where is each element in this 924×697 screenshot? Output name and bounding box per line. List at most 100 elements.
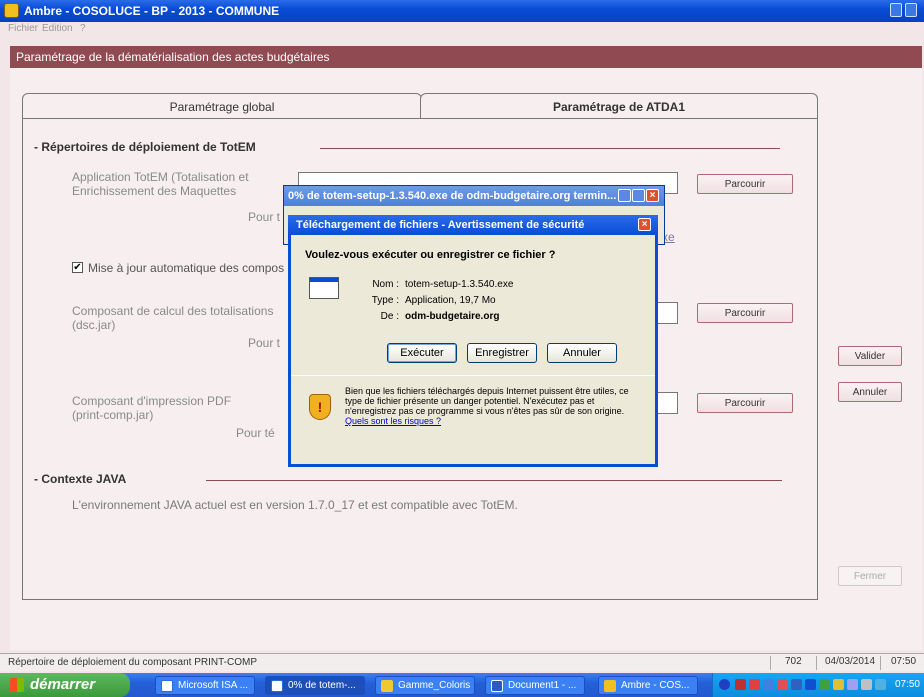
tray-icon[interactable] bbox=[791, 679, 802, 690]
security-warning-dialog: Téléchargement de fichiers - Avertisseme… bbox=[288, 215, 658, 467]
tab-atda1[interactable]: Paramétrage de ATDA1 bbox=[420, 93, 818, 119]
menu-bar: Fichier Edition ? bbox=[0, 22, 924, 36]
ie-icon bbox=[161, 680, 173, 692]
security-question: Voulez-vous exécuter ou enregistrer ce f… bbox=[305, 249, 556, 261]
task-gamme-coloris[interactable]: Gamme_Coloris bbox=[375, 676, 475, 695]
page-header: Paramétrage de la dématérialisation des … bbox=[10, 46, 922, 68]
app-totem-label-2: Enrichissement des Maquettes bbox=[72, 184, 237, 198]
window-title: Ambre - COSOLUCE - BP - 2013 - COMMUNE bbox=[24, 4, 280, 18]
section-java-title: - Contexte JAVA bbox=[34, 472, 127, 486]
task-label: Gamme_Coloris bbox=[398, 680, 471, 691]
word-icon bbox=[491, 680, 503, 692]
download-window-title-bar: 0% de totem-setup-1.3.540.exe de odm-bud… bbox=[284, 186, 664, 206]
tray-icon[interactable] bbox=[847, 679, 858, 690]
cancel-download-button[interactable]: Annuler bbox=[547, 343, 617, 363]
close-button[interactable]: Fermer bbox=[838, 566, 902, 586]
system-tray: 07:50 bbox=[712, 673, 924, 697]
ambre-icon bbox=[604, 680, 616, 692]
type-label: Type : bbox=[371, 295, 399, 306]
task-download[interactable]: 0% de totem-... bbox=[265, 676, 365, 695]
calc-component-label-1: Composant de calcul des totalisations bbox=[72, 304, 274, 318]
close-icon[interactable]: × bbox=[646, 189, 659, 202]
status-code: 702 bbox=[785, 656, 802, 667]
restore-button[interactable] bbox=[905, 3, 917, 17]
save-button[interactable]: Enregistrer bbox=[467, 343, 537, 363]
run-button[interactable]: Exécuter bbox=[387, 343, 457, 363]
cancel-button[interactable]: Annuler bbox=[838, 382, 902, 402]
pdf-component-label-1: Composant d'impression PDF bbox=[72, 394, 232, 408]
status-date-cell: 04/03/2014 bbox=[816, 656, 880, 670]
start-button[interactable]: démarrer bbox=[0, 673, 130, 697]
section-divider bbox=[206, 480, 782, 481]
from-label: De : bbox=[380, 311, 399, 322]
status-message: Répertoire de déploiement du composant P… bbox=[8, 657, 258, 668]
browse-app-button[interactable]: Parcourir bbox=[697, 174, 793, 194]
pdf-pour-text: Pour té bbox=[236, 426, 275, 440]
network-icon[interactable] bbox=[763, 679, 774, 690]
section-deploy-title: - Répertoires de déploiement de TotEM bbox=[34, 140, 256, 154]
tray-icon[interactable] bbox=[777, 679, 788, 690]
task-label: 0% de totem-... bbox=[288, 680, 356, 691]
calc-pour-text: Pour t bbox=[248, 336, 281, 350]
validate-button[interactable]: Valider bbox=[838, 346, 902, 366]
browse-pdf-button[interactable]: Parcourir bbox=[697, 393, 793, 413]
pdf-component-label-2: (print-comp.jar) bbox=[72, 408, 154, 422]
file-icon-bar bbox=[310, 278, 338, 282]
task-label: Ambre - COS... bbox=[621, 680, 690, 691]
tray-icon[interactable] bbox=[819, 679, 830, 690]
page-title: Paramétrage de la dématérialisation des … bbox=[16, 50, 330, 64]
back-icon[interactable] bbox=[719, 679, 730, 690]
menu-help[interactable]: ? bbox=[80, 23, 86, 34]
tray-icon[interactable] bbox=[749, 679, 760, 690]
status-time-cell: 07:50 bbox=[880, 656, 924, 670]
menu-fichier[interactable]: Fichier bbox=[8, 23, 38, 34]
from-value: odm-budgetaire.org bbox=[405, 311, 500, 322]
warning-line-2: type de fichier présente un danger poten… bbox=[345, 396, 595, 406]
type-value: Application, 19,7 Mo bbox=[405, 295, 496, 306]
minimize-icon[interactable] bbox=[618, 189, 631, 202]
app-totem-label-1: Application TotEM (Totalisation et bbox=[72, 170, 249, 184]
menu-edition[interactable]: Edition bbox=[42, 23, 73, 34]
tray-icon[interactable] bbox=[735, 679, 746, 690]
status-bar: Répertoire de déploiement du composant P… bbox=[0, 653, 924, 671]
taskbar: démarrer Microsoft ISA ... 0% de totem-.… bbox=[0, 673, 924, 697]
task-label: Microsoft ISA ... bbox=[178, 680, 249, 691]
warning-line-1: Bien que les fichiers téléchargés depuis… bbox=[345, 386, 629, 396]
download-window-title: 0% de totem-setup-1.3.540.exe de odm-bud… bbox=[288, 190, 617, 202]
folder-icon bbox=[381, 680, 393, 692]
tray-icon[interactable] bbox=[833, 679, 844, 690]
maximize-icon[interactable] bbox=[632, 189, 645, 202]
clock[interactable]: 07:50 bbox=[895, 679, 920, 690]
calc-component-label-2: (dsc.jar) bbox=[72, 318, 116, 332]
browse-calc-button[interactable]: Parcourir bbox=[697, 303, 793, 323]
volume-icon[interactable] bbox=[861, 679, 872, 690]
start-label: démarrer bbox=[30, 676, 96, 693]
status-date: 04/03/2014 bbox=[825, 656, 876, 667]
risks-link[interactable]: Quels sont les risques ? bbox=[345, 416, 441, 426]
task-microsoft-isa[interactable]: Microsoft ISA ... bbox=[155, 676, 255, 695]
tab-global[interactable]: Paramétrage global bbox=[22, 93, 422, 119]
status-time: 07:50 bbox=[891, 656, 917, 667]
close-icon[interactable]: × bbox=[638, 218, 651, 231]
security-warning-area: ! Bien que les fichiers téléchargés depu… bbox=[291, 375, 655, 464]
tray-icon[interactable] bbox=[875, 679, 886, 690]
task-document1[interactable]: Document1 - ... bbox=[485, 676, 585, 695]
security-dialog-title: Téléchargement de fichiers - Avertisseme… bbox=[296, 219, 585, 231]
section-divider bbox=[320, 148, 780, 149]
name-label: Nom : bbox=[372, 279, 399, 290]
task-label: Document1 - ... bbox=[508, 680, 577, 691]
app-icon bbox=[4, 3, 19, 18]
minimize-button[interactable] bbox=[890, 3, 902, 17]
auto-update-checkbox[interactable]: ✔ bbox=[72, 262, 83, 273]
app-pour-text: Pour t bbox=[248, 210, 281, 224]
windows-logo-icon bbox=[10, 678, 24, 692]
status-code-cell: 702 bbox=[770, 656, 816, 670]
java-status-text: L'environnement JAVA actuel est en versi… bbox=[72, 498, 518, 512]
window-title-bar: Ambre - COSOLUCE - BP - 2013 - COMMUNE bbox=[0, 0, 924, 22]
tab-atda1-label: Paramétrage de ATDA1 bbox=[552, 100, 686, 114]
application-file-icon bbox=[309, 277, 339, 299]
shield-warning-icon: ! bbox=[309, 394, 331, 420]
bluetooth-icon[interactable] bbox=[805, 679, 816, 690]
task-ambre[interactable]: Ambre - COS... bbox=[598, 676, 698, 695]
tab-global-label: Paramétrage global bbox=[169, 100, 275, 114]
